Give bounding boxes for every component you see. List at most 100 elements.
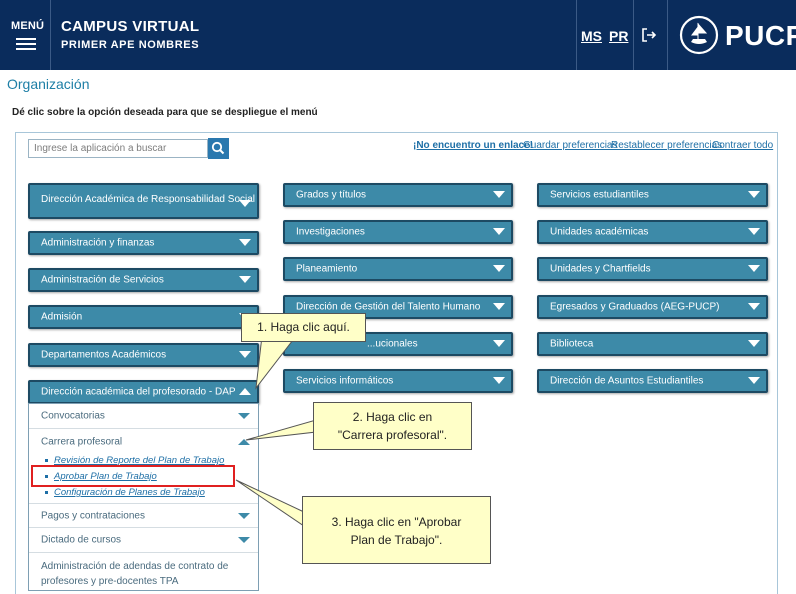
- accordion-label: Planeamiento: [296, 263, 358, 275]
- chevron-down-icon: [493, 340, 505, 347]
- chevron-down-icon: [493, 303, 505, 310]
- callout-text: "Carrera profesoral".: [337, 428, 448, 442]
- submenu-item-convocatorias[interactable]: Convocatorias: [29, 404, 258, 429]
- accordion-grados-titulos[interactable]: Grados y títulos: [283, 183, 513, 207]
- accordion-investigaciones[interactable]: Investigaciones: [283, 220, 513, 244]
- menu-button[interactable]: MENÚ: [0, 0, 50, 70]
- accordion-responsabilidad-social[interactable]: Dirección Académica de Responsabilidad S…: [28, 183, 259, 219]
- accordion-unidades-academicas[interactable]: Unidades académicas: [537, 220, 768, 244]
- accordion-label: ...ucionales: [367, 338, 418, 350]
- chevron-down-icon: [239, 351, 251, 358]
- chevron-down-icon: [493, 228, 505, 235]
- submenu-item-pagos[interactable]: Pagos y contrataciones: [29, 503, 258, 528]
- ms-link[interactable]: MS: [581, 28, 602, 44]
- pucp-logo-icon: [679, 15, 719, 55]
- accordion-administracion-finanzas[interactable]: Administración y finanzas: [28, 231, 259, 255]
- accordion-label: Unidades y Chartfields: [550, 263, 651, 275]
- chevron-down-icon: [748, 265, 760, 272]
- callout-step-3: 3. Haga clic en "Aprobar Plan de Trabajo…: [302, 496, 491, 564]
- chevron-down-icon: [748, 340, 760, 347]
- chevron-down-icon: [748, 377, 760, 384]
- search-input[interactable]: [28, 139, 208, 158]
- accordion-admision[interactable]: Admisión: [28, 305, 259, 329]
- chevron-down-icon: [238, 512, 250, 519]
- submenu-label: Pagos y contrataciones: [41, 510, 145, 521]
- callout-step-2: 2. Haga clic en "Carrera profesoral".: [313, 402, 472, 450]
- callout-text: 2. Haga clic en: [352, 410, 433, 424]
- chevron-down-icon: [239, 200, 251, 207]
- highlight-box: [31, 465, 235, 487]
- header-divider: [576, 0, 577, 70]
- accordion-asuntos-estudiantiles[interactable]: Dirección de Asuntos Estudiantiles: [537, 369, 768, 393]
- chevron-down-icon: [493, 191, 505, 198]
- header-divider: [667, 0, 668, 70]
- submenu-item-dictado[interactable]: Dictado de cursos: [29, 528, 258, 553]
- accordion-biblioteca[interactable]: Biblioteca: [537, 332, 768, 356]
- bullet-icon: [45, 458, 48, 462]
- chevron-down-icon: [239, 276, 251, 283]
- submenu-label: Carrera profesoral: [41, 436, 123, 447]
- submenu-item-adendas[interactable]: Administración de adendas de contrato de…: [29, 553, 258, 591]
- chevron-up-icon: [239, 388, 251, 395]
- accordion-label: Dirección académica del profesorado - DA…: [41, 386, 236, 398]
- accordion-label: Departamentos Académicos: [41, 349, 167, 361]
- chevron-down-icon: [493, 377, 505, 384]
- accordion-label: Servicios estudiantiles: [550, 189, 649, 201]
- chevron-down-icon: [239, 239, 251, 246]
- submenu-label: Administración de adendas de contrato de…: [41, 561, 229, 587]
- accordion-departamentos[interactable]: Departamentos Académicos: [28, 343, 259, 367]
- logout-icon[interactable]: [641, 27, 657, 43]
- callout-text: Plan de Trabajo".: [350, 533, 443, 547]
- hamburger-icon: [16, 38, 36, 50]
- search-icon: [211, 141, 225, 155]
- chevron-down-icon: [748, 303, 760, 310]
- link-configuracion-planes[interactable]: Configuración de Planes de Trabajo: [45, 487, 205, 498]
- pr-link[interactable]: PR: [609, 28, 628, 44]
- accordion-dap[interactable]: Dirección académica del profesorado - DA…: [28, 380, 259, 404]
- submenu-label: Convocatorias: [41, 410, 105, 422]
- accordion-label: Dirección Académica de Responsabilidad S…: [41, 194, 256, 205]
- accordion-label: Unidades académicas: [550, 226, 649, 238]
- accordion-label: Administración de Servicios: [41, 274, 164, 286]
- save-preferences-link[interactable]: Guardar preferencias: [523, 140, 618, 151]
- submenu-item-carrera-profesoral[interactable]: Carrera profesoral: [29, 429, 258, 454]
- header-divider: [633, 0, 634, 70]
- accordion-label: Dirección de Asuntos Estudiantiles: [550, 375, 704, 387]
- accordion-label: Biblioteca: [550, 338, 594, 350]
- accordion-planeamiento[interactable]: Planeamiento: [283, 257, 513, 281]
- accordion-label: Administración y finanzas: [41, 237, 155, 249]
- top-bar: MENÚ CAMPUS VIRTUAL PRIMER APE NOMBRES M…: [0, 0, 796, 70]
- callout-step-1: 1. Haga clic aquí.: [241, 313, 366, 342]
- accordion-label: Investigaciones: [296, 226, 365, 238]
- callout-text: 1. Haga clic aquí.: [257, 320, 350, 334]
- accordion-servicios-informaticos[interactable]: Servicios informáticos: [283, 369, 513, 393]
- bullet-icon: [45, 490, 48, 494]
- header-divider: [50, 0, 51, 70]
- accordion-label: Admisión: [41, 311, 83, 323]
- accordion-label: Dirección de Gestión del Talento Humano: [296, 301, 481, 313]
- app-title: CAMPUS VIRTUAL: [61, 18, 200, 35]
- chevron-down-icon: [238, 537, 250, 543]
- chevron-down-icon: [493, 265, 505, 272]
- chevron-down-icon: [238, 413, 250, 419]
- chevron-down-icon: [748, 191, 760, 198]
- accordion-servicios-estudiantiles[interactable]: Servicios estudiantiles: [537, 183, 768, 207]
- dap-submenu: Convocatorias Carrera profesoral Revisió…: [28, 403, 259, 591]
- collapse-all-link[interactable]: Contraer todo: [712, 140, 773, 151]
- chevron-up-icon: [238, 438, 250, 445]
- pucp-logo-text: PUCP: [725, 20, 796, 51]
- chevron-down-icon: [748, 228, 760, 235]
- submenu-label: Dictado de cursos: [41, 534, 122, 546]
- accordion-chartfields[interactable]: Unidades y Chartfields: [537, 257, 768, 281]
- accordion-egresados[interactable]: Egresados y Graduados (AEG-PUCP): [537, 295, 768, 319]
- reset-preferences-link[interactable]: Restablecer preferencias: [611, 140, 722, 151]
- menu-label: MENÚ: [11, 20, 45, 32]
- accordion-administracion-servicios[interactable]: Administración de Servicios: [28, 268, 259, 292]
- page-title: Organización: [7, 76, 90, 92]
- callout-text: 3. Haga clic en "Aprobar: [331, 515, 462, 529]
- user-name: PRIMER APE NOMBRES: [61, 39, 200, 51]
- search-button[interactable]: [208, 138, 229, 159]
- not-found-link[interactable]: ¡No encuentro un enlace!: [413, 140, 533, 151]
- instruction-text: Dé clic sobre la opción deseada para que…: [12, 107, 318, 118]
- accordion-label: Servicios informáticos: [296, 375, 394, 387]
